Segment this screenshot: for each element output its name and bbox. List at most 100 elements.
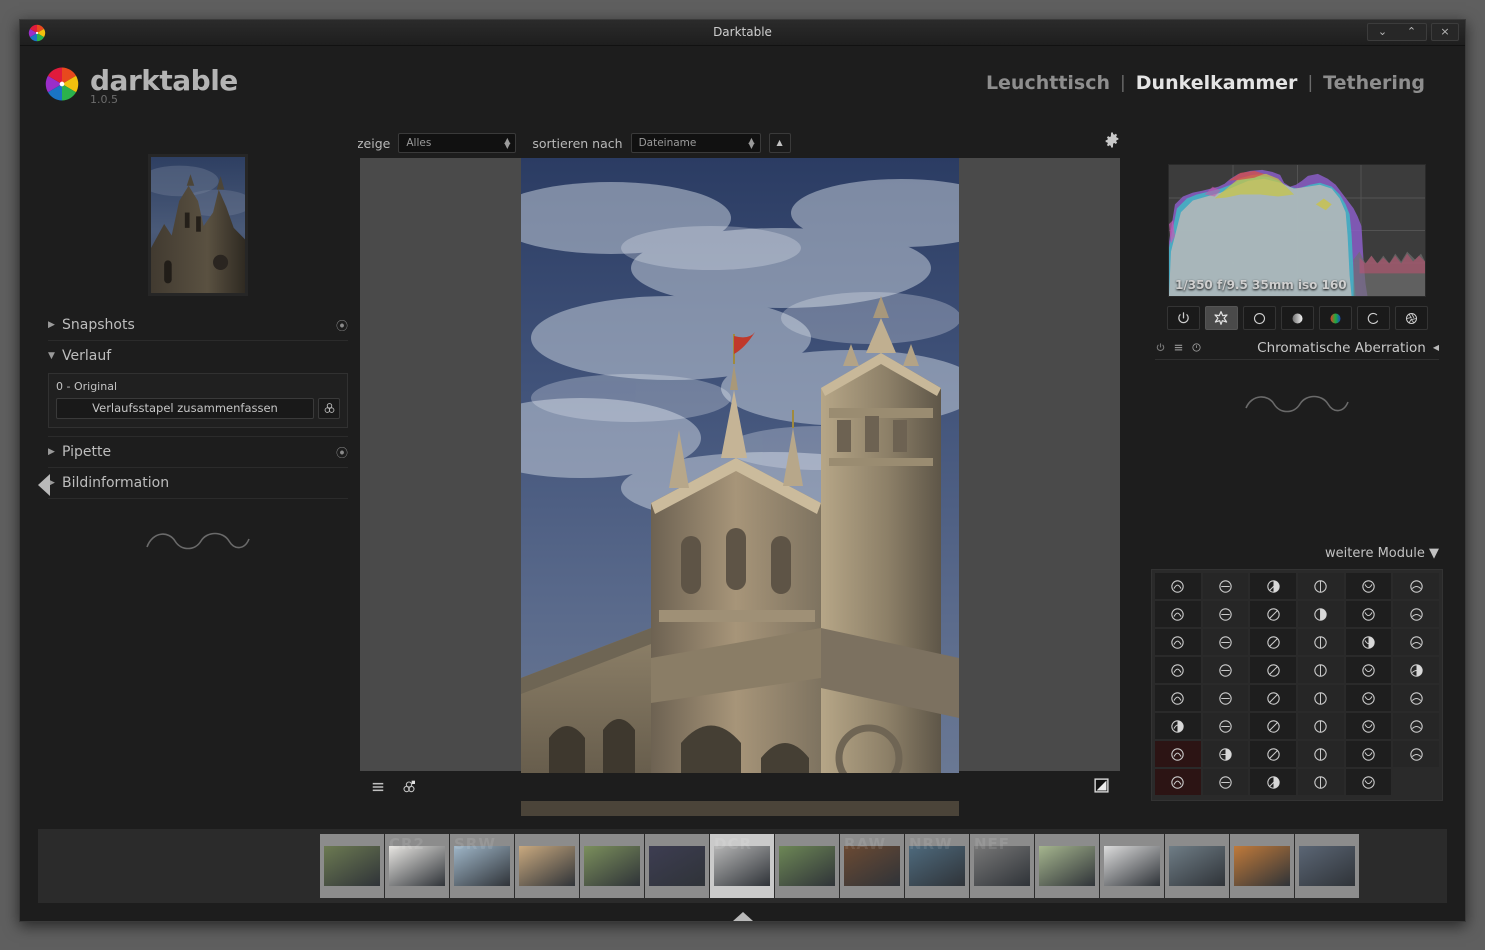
history-header[interactable]: ▼ Verlauf — [48, 341, 348, 371]
module-cell-exposure-icon[interactable] — [1202, 629, 1249, 655]
module-cell-colorchecker-icon[interactable] — [1393, 741, 1439, 767]
nav-tethering[interactable]: Tethering — [1323, 72, 1425, 94]
module-cell-histogram-eq-icon[interactable] — [1345, 657, 1392, 683]
bottom-panel-collapse-arrow[interactable] — [732, 912, 753, 921]
create-style-button[interactable] — [318, 398, 340, 419]
darkroom-canvas[interactable] — [360, 158, 1120, 816]
module-cell-nightvision-icon[interactable] — [1250, 657, 1296, 683]
module-cell-monochrome-icon[interactable] — [1345, 741, 1392, 767]
nav-lighttable[interactable]: Leuchttisch — [986, 72, 1110, 94]
module-collapse-triangle[interactable]: ◀ — [1433, 343, 1439, 352]
module-cell-bloom-icon[interactable] — [1202, 685, 1249, 711]
module-cell-lowlight-icon[interactable] — [1298, 573, 1344, 599]
module-cell-invert-icon[interactable] — [1393, 713, 1439, 739]
module-cell-graduated-nd-icon[interactable] — [1298, 741, 1344, 767]
module-cell-framing-icon[interactable] — [1202, 573, 1249, 599]
imageinfo-header[interactable]: ▶ Bildinformation — [48, 468, 348, 498]
module-cell-gradient-fill-icon[interactable] — [1345, 713, 1392, 739]
module-cell-colormapping-icon[interactable] — [1298, 713, 1344, 739]
module-cell-velvia-icon[interactable] — [1250, 629, 1296, 655]
module-cell-spots-icon[interactable] — [1345, 629, 1392, 655]
module-cell-colorzones-icon[interactable] — [1250, 601, 1296, 627]
show-filter-dropdown[interactable]: Alles ▲ ▼ — [398, 133, 517, 153]
module-cell-vignetting-icon[interactable] — [1393, 573, 1439, 599]
sidebar-section-snapshots[interactable]: ▶ Snapshots ⦿ — [48, 310, 348, 341]
thumb-aerial-bw[interactable]: NEF — [970, 834, 1034, 898]
module-cell-circle-thin2-icon[interactable] — [1345, 685, 1392, 711]
module-cell-levels-icon[interactable] — [1202, 657, 1249, 683]
module-cell-colorbalance-icon[interactable] — [1298, 657, 1344, 683]
left-panel-collapse-arrow[interactable] — [38, 474, 50, 496]
module-group-color[interactable] — [1318, 306, 1352, 330]
module-cell-bw-icon[interactable] — [1155, 657, 1201, 683]
overexposure-warning-icon[interactable] — [1093, 777, 1110, 794]
module-cell-contrast-icon[interactable] — [1345, 573, 1392, 599]
presets-menu-icon[interactable] — [1173, 342, 1184, 353]
main-photo[interactable] — [521, 158, 959, 816]
module-cell-watermark-icon[interactable] — [1298, 629, 1344, 655]
colorpicker-header[interactable]: ▶ Pipette ⦿ — [48, 437, 348, 467]
thumb-sunset[interactable] — [1230, 834, 1294, 898]
maximize-button[interactable]: ⌃ — [1397, 24, 1426, 40]
module-cell-profile-icon[interactable] — [1202, 741, 1249, 767]
module-cell-demosaic-icon[interactable] — [1393, 629, 1439, 655]
module-cell-circle-plain-icon[interactable] — [1298, 601, 1344, 627]
list-view-icon[interactable] — [370, 780, 386, 794]
image-grouping-icon[interactable] — [400, 779, 418, 795]
module-group-favorites[interactable] — [1204, 306, 1238, 330]
minimize-maximize-group[interactable]: ⌄ ⌃ — [1367, 23, 1427, 41]
nav-darkroom[interactable]: Dunkelkammer — [1136, 72, 1298, 94]
module-cell-sphere-icon[interactable] — [1393, 657, 1439, 683]
thumb-noise[interactable] — [645, 834, 709, 898]
filmstrip[interactable]: CR2 SRW DCR RAW NRW NEF — [38, 829, 1447, 903]
reset-icon[interactable] — [1191, 342, 1202, 353]
navigation-preview[interactable] — [148, 154, 248, 296]
compress-history-button[interactable]: Verlaufsstapel zusammenfassen — [56, 398, 314, 419]
power-toggle-icon[interactable] — [1155, 342, 1166, 353]
module-cell-borders-icon[interactable] — [1393, 685, 1439, 711]
module-cell-colorlut-icon[interactable] — [1155, 769, 1201, 795]
module-cell-whitebalance-icon[interactable] — [1250, 573, 1296, 599]
more-modules-button[interactable]: weitere Module ▼ — [1325, 546, 1439, 561]
thumb-cliff[interactable] — [1165, 834, 1229, 898]
module-cell-highpass-icon[interactable] — [1250, 741, 1296, 767]
module-cell-tonecurve-icon[interactable] — [1155, 685, 1201, 711]
module-cell-equalizer-icon[interactable] — [1202, 769, 1249, 795]
module-cell-basecurve-icon[interactable] — [1155, 629, 1201, 655]
module-cell-inputcolor-icon[interactable] — [1202, 601, 1249, 627]
sidebar-section-colorpicker[interactable]: ▶ Pipette ⦿ — [48, 437, 348, 468]
module-cell-channelmixer-icon[interactable] — [1393, 601, 1439, 627]
module-cell-temperature-icon[interactable] — [1298, 769, 1344, 795]
module-group-effects[interactable] — [1394, 306, 1428, 330]
module-cell-colorcontrast-icon[interactable] — [1155, 713, 1201, 739]
colorpicker-reset-icon[interactable]: ⦿ — [336, 444, 348, 461]
thumb-table[interactable]: RAW — [840, 834, 904, 898]
module-cell-rotate-icon[interactable] — [1202, 713, 1249, 739]
thumb-field[interactable] — [580, 834, 644, 898]
thumb-bw-stone[interactable]: DCR — [710, 834, 774, 898]
thumb-harbour[interactable]: NRW — [905, 834, 969, 898]
thumb-city[interactable] — [1295, 834, 1359, 898]
thumb-cups[interactable]: CR2 — [385, 834, 449, 898]
module-cell-circle-thin-icon[interactable] — [1298, 685, 1344, 711]
module-group-active[interactable] — [1166, 306, 1200, 330]
sort-direction-button[interactable]: ▲ — [768, 133, 791, 153]
close-button[interactable]: × — [1431, 23, 1459, 41]
module-cell-highlight-icon[interactable] — [1250, 769, 1296, 795]
histogram[interactable]: 1/350 f/9.5 35mm iso 160 — [1168, 164, 1426, 297]
sort-dropdown[interactable]: Dateiname ▲ ▼ — [630, 133, 761, 153]
preferences-button[interactable] — [1103, 131, 1125, 153]
snapshots-header[interactable]: ▶ Snapshots ⦿ — [48, 310, 348, 340]
module-cell-lens-icon[interactable] — [1250, 685, 1296, 711]
active-module-header[interactable]: Chromatische Aberration ◀ — [1155, 338, 1439, 360]
module-cell-soften-icon[interactable] — [1345, 769, 1392, 795]
module-cell-zonesystem-icon[interactable] — [1155, 741, 1201, 767]
sidebar-section-imageinfo[interactable]: ▶ Bildinformation — [48, 468, 348, 499]
module-group-correction[interactable] — [1356, 306, 1390, 330]
history-item-original[interactable]: 0 - Original — [56, 380, 340, 393]
thumb-mountains[interactable]: SRW — [450, 834, 514, 898]
module-group-basic[interactable] — [1242, 306, 1276, 330]
thumb-blossom[interactable] — [1035, 834, 1099, 898]
module-cell-grain-icon[interactable] — [1345, 601, 1392, 627]
thumb-discs[interactable] — [1100, 834, 1164, 898]
